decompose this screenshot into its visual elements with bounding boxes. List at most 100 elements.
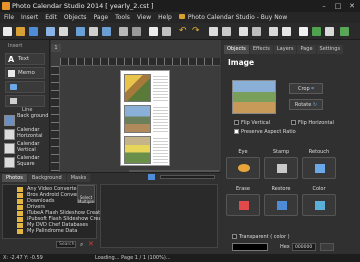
delete-icon[interactable]: ✕	[88, 241, 95, 248]
menu-page[interactable]: Page	[94, 14, 109, 21]
tab-page[interactable]: Page	[297, 45, 316, 54]
color-tool-button[interactable]	[302, 194, 336, 216]
folder-icon	[17, 229, 23, 234]
flip-horizontal-checkbox[interactable]	[291, 120, 296, 125]
layout-calendar-square[interactable]: Calendar Square	[3, 155, 49, 169]
page-setup-icon[interactable]	[59, 27, 68, 36]
send-back-icon[interactable]	[162, 27, 171, 36]
menu-help[interactable]: Help	[158, 14, 172, 21]
insert-text-button[interactable]: A Text	[5, 53, 45, 65]
print-icon[interactable]	[46, 27, 55, 36]
loading-status: Loading... Page 1 / 1 (100%)...	[95, 255, 171, 261]
stamp-tool-button[interactable]	[264, 157, 298, 179]
grid-icon[interactable]	[282, 27, 291, 36]
actual-size-icon[interactable]	[252, 27, 261, 36]
rotate-button[interactable]: Rotate ↻	[289, 99, 323, 110]
ungroup-icon[interactable]	[132, 27, 141, 36]
paste-icon[interactable]	[102, 27, 111, 36]
help-icon[interactable]	[340, 27, 349, 36]
crop-icon: ⌗	[311, 86, 315, 92]
shape-icon	[10, 84, 17, 90]
thumbnail-size-slider[interactable]	[160, 175, 215, 179]
email-icon[interactable]	[325, 27, 334, 36]
erase-tool-button[interactable]	[226, 194, 260, 216]
undo-icon[interactable]: ↶	[179, 27, 188, 36]
select-multiple-button[interactable]: Select Multiple	[77, 185, 95, 204]
title-bar: Photo Calendar Studio 2014 [ yearly_2.cs…	[0, 0, 360, 12]
search-input[interactable]: Search	[56, 241, 76, 248]
shape-selector[interactable]	[5, 81, 45, 93]
buy-now-link[interactable]: Photo Calendar Studio - Buy Now	[178, 14, 287, 21]
thumbnail-grid[interactable]	[100, 184, 218, 248]
calendar-vertical-icon	[4, 143, 15, 154]
cut-icon[interactable]	[76, 27, 85, 36]
calendar-square-icon	[4, 157, 15, 168]
flip-vertical-checkbox[interactable]	[234, 120, 239, 125]
refresh-icon[interactable]	[148, 174, 155, 180]
close-button[interactable]: ✕	[346, 1, 358, 11]
preserve-aspect-checkbox[interactable]	[234, 129, 239, 134]
menu-objects[interactable]: Objects	[64, 14, 87, 21]
tab-effects[interactable]: Effects	[249, 45, 273, 54]
properties-panel	[222, 40, 360, 254]
clipart-selector[interactable]	[5, 95, 45, 107]
calendar-page[interactable]	[120, 70, 170, 166]
menu-tools[interactable]: Tools	[115, 14, 130, 21]
folder-icon	[17, 187, 23, 192]
transparent-label: Transparent ( color )	[239, 234, 290, 240]
group-icon[interactable]	[119, 27, 128, 36]
tab-masks[interactable]: Masks	[66, 174, 91, 182]
redo-icon[interactable]: ↷	[192, 27, 201, 36]
tab-objects[interactable]: Objects	[224, 45, 249, 54]
eye-icon	[238, 164, 250, 172]
background-item[interactable]: Back ground	[3, 113, 49, 127]
menu-view[interactable]: View	[137, 14, 151, 21]
save-icon[interactable]	[29, 27, 38, 36]
publish-icon[interactable]	[312, 27, 321, 36]
background-icon	[4, 115, 15, 126]
page-tab[interactable]: 1	[51, 44, 61, 52]
search-icon[interactable]: ⌕	[80, 241, 87, 248]
maximize-button[interactable]: □	[332, 1, 344, 11]
zoom-in-icon[interactable]	[209, 27, 218, 36]
eye-tool-button[interactable]	[226, 157, 260, 179]
restore-tool-button[interactable]	[264, 194, 298, 216]
layout-calendar-vertical[interactable]: Calendar Vertical	[3, 141, 49, 155]
tab-settings[interactable]: Settings	[316, 45, 344, 54]
minimize-button[interactable]: –	[318, 1, 330, 11]
toolbar: ↶ ↷	[0, 23, 360, 40]
folder-icon	[17, 193, 23, 198]
eye-label: Eye	[238, 149, 248, 155]
photo-field[interactable]	[124, 136, 151, 164]
restore-label: Restore	[271, 186, 291, 192]
copy-icon[interactable]	[89, 27, 98, 36]
open-folder-icon[interactable]	[16, 27, 25, 36]
hex-input[interactable]: 000000	[292, 243, 316, 251]
flip-vertical-label: Flip Vertical	[241, 120, 271, 126]
export-icon[interactable]	[299, 27, 308, 36]
menu-insert[interactable]: Insert	[21, 14, 38, 21]
photo-flowers[interactable]	[124, 74, 151, 102]
layout-calendar-horizontal[interactable]: Calendar Horizontal	[3, 127, 49, 141]
fit-page-icon[interactable]	[239, 27, 248, 36]
tab-layers[interactable]: Layers	[273, 45, 297, 54]
align-icon[interactable]	[269, 27, 278, 36]
zoom-out-icon[interactable]	[222, 27, 231, 36]
tab-photos[interactable]: Photos	[2, 174, 27, 182]
crop-button[interactable]: Crop ⌗	[289, 83, 323, 94]
color-swatch[interactable]	[232, 243, 268, 251]
folder-item[interactable]: My Palindrome Data	[27, 228, 77, 234]
bring-front-icon[interactable]	[149, 27, 158, 36]
eyedropper-button[interactable]	[320, 243, 334, 251]
photo-landscape[interactable]	[124, 105, 151, 133]
retouch-tool-button[interactable]	[302, 157, 336, 179]
clipart-icon	[10, 98, 17, 104]
transparent-checkbox[interactable]	[232, 234, 237, 239]
insert-memo-button[interactable]: Memo	[5, 67, 45, 79]
menu-edit[interactable]: Edit	[45, 14, 57, 21]
menu-file[interactable]: File	[4, 14, 14, 21]
tab-background[interactable]: Background	[27, 174, 66, 182]
memo-icon	[8, 70, 15, 77]
new-icon[interactable]	[3, 27, 12, 36]
window-title: Photo Calendar Studio 2014 [ yearly_2.cs…	[12, 2, 154, 10]
